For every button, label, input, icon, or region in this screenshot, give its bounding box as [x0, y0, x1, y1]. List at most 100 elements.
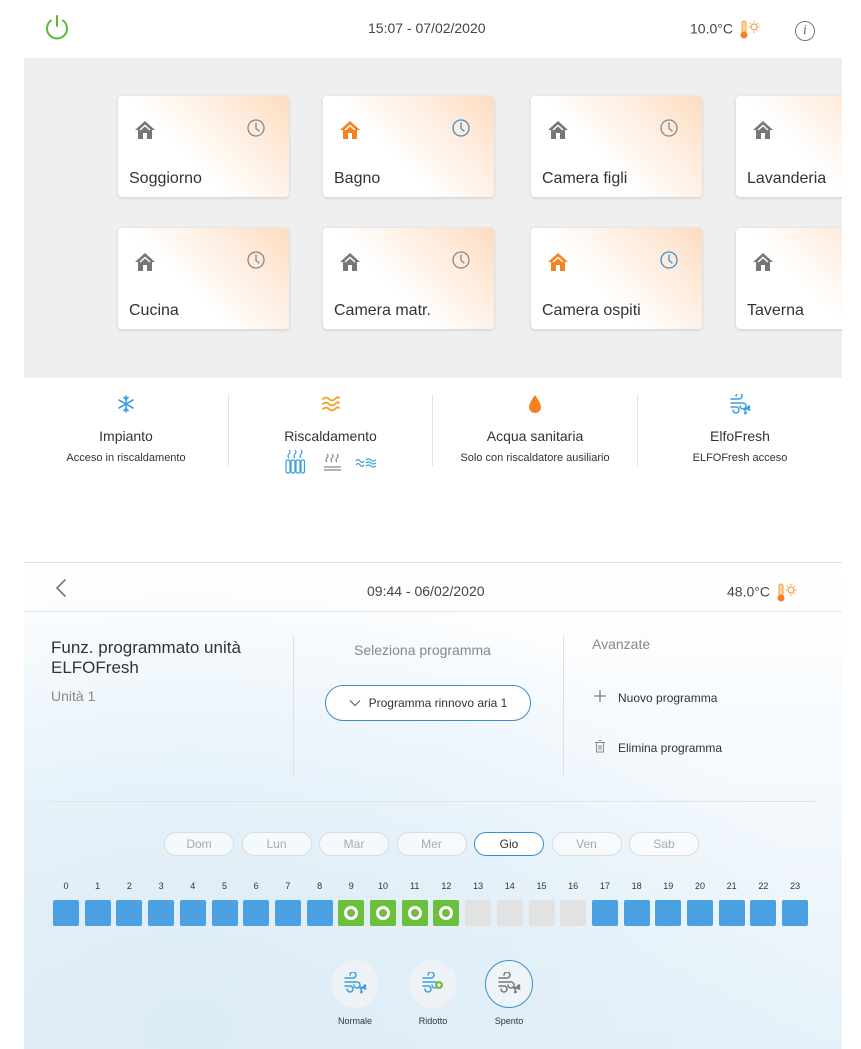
legend-button[interactable] — [409, 960, 457, 1008]
clock-icon[interactable] — [246, 118, 266, 138]
day-button[interactable]: Mar — [319, 832, 389, 856]
water-temperature: 48.0°C — [727, 583, 798, 603]
house-icon — [135, 121, 155, 139]
hour-slot-spento[interactable] — [465, 900, 492, 926]
legend-label: Spento — [494, 1016, 524, 1026]
clock-icon[interactable] — [246, 250, 266, 270]
clock-icon[interactable] — [659, 118, 679, 138]
legend-button[interactable] — [331, 960, 379, 1008]
thermometer-sun-icon — [777, 583, 797, 602]
room-name: Soggiorno — [129, 170, 202, 187]
day-button[interactable]: Sab — [629, 832, 699, 856]
hour-slot-normale[interactable] — [84, 900, 111, 926]
hour-slot-normale[interactable] — [211, 900, 238, 926]
hour-slot-normale[interactable] — [687, 900, 713, 926]
room-card[interactable]: Bagno — [323, 96, 494, 197]
hour-slot-normale[interactable] — [148, 900, 175, 926]
hour-slot-normale[interactable] — [53, 900, 79, 926]
program-dropdown-value: Programma rinnovo aria 1 — [368, 696, 508, 710]
room-name: Camera matr. — [334, 302, 431, 319]
room-card[interactable]: Taverna — [736, 228, 842, 329]
hour-slot-normale[interactable] — [623, 900, 650, 926]
floor-heating-icon[interactable] — [322, 452, 344, 474]
hour-label: 20 — [694, 881, 705, 891]
room-card[interactable]: Camera figli — [531, 96, 702, 197]
mode-bar: Impianto Acceso in riscaldamento Riscald… — [24, 378, 842, 478]
hour-label: 0 — [63, 881, 69, 891]
chevron-down-icon — [349, 700, 361, 707]
room-card[interactable]: Lavanderia — [736, 96, 842, 197]
mode-riscaldamento-title: Riscaldamento — [284, 428, 377, 444]
hour-label: 10 — [377, 881, 388, 891]
hour-label: 23 — [790, 881, 801, 891]
hour-label: 4 — [190, 881, 196, 891]
hour-slot-normale[interactable] — [655, 900, 682, 926]
mode-elfofresh[interactable]: ElfoFresh ELFOFresh acceso — [638, 378, 842, 474]
hour-slot-spento[interactable] — [560, 900, 587, 926]
mode-impianto[interactable]: Impianto Acceso in riscaldamento — [24, 378, 228, 474]
hour-slot-normale[interactable] — [179, 900, 206, 926]
hour-slot-normale[interactable] — [782, 900, 809, 926]
house-icon — [135, 253, 155, 271]
program-top-bar: 09:44 - 06/02/2020 48.0°C — [24, 562, 842, 612]
mode-riscaldamento[interactable]: Riscaldamento — [229, 378, 432, 474]
heat-waves-icon — [321, 396, 340, 412]
hour-label: 18 — [631, 881, 642, 891]
heating-terminal-icons — [229, 448, 432, 474]
legend-normale[interactable]: Normale — [320, 960, 390, 1026]
new-program-button[interactable]: Nuovo programma — [592, 689, 717, 706]
power-icon[interactable] — [42, 12, 72, 42]
hour-slot-spento[interactable] — [528, 900, 555, 926]
room-name: Camera ospiti — [542, 302, 641, 319]
hour-slot-normale[interactable] — [243, 900, 270, 926]
room-card[interactable]: Cucina — [118, 228, 289, 329]
hour-label: 21 — [726, 881, 737, 891]
hour-slot-ridotto[interactable] — [433, 900, 460, 926]
fan-coil-icon[interactable] — [354, 452, 378, 474]
eco-leaf-icon — [407, 906, 422, 920]
hour-slot-ridotto[interactable] — [370, 900, 396, 926]
day-button[interactable]: Lun — [241, 832, 312, 856]
room-card[interactable]: Camera matr. — [323, 228, 494, 329]
clock-icon[interactable] — [451, 250, 471, 270]
room-card[interactable]: Soggiorno — [118, 96, 289, 197]
water-temperature-value: 48.0°C — [727, 583, 770, 600]
mode-acqua-sanitaria[interactable]: Acqua sanitaria Solo con riscaldatore au… — [433, 378, 637, 474]
hour-slot-normale[interactable] — [116, 900, 143, 926]
mode-elfofresh-subtitle: ELFOFresh acceso — [692, 452, 788, 464]
back-arrow-icon[interactable] — [52, 577, 72, 599]
legend-spento[interactable]: Spento — [474, 960, 544, 1026]
legend-button[interactable] — [485, 960, 533, 1008]
day-button[interactable]: Gio — [474, 832, 544, 856]
hour-slot-normale[interactable] — [750, 900, 777, 926]
radiator-icon[interactable] — [284, 448, 306, 474]
room-card[interactable]: Camera ospiti — [531, 228, 702, 329]
hour-slot-ridotto[interactable] — [338, 900, 365, 926]
hour-slot-ridotto[interactable] — [401, 900, 428, 926]
hour-slot-spento[interactable] — [496, 900, 523, 926]
clock-icon[interactable] — [451, 118, 471, 138]
program-dropdown[interactable]: Programma rinnovo aria 1 — [325, 685, 531, 721]
water-drop-icon — [529, 395, 541, 413]
legend-label: Ridotto — [418, 1016, 448, 1026]
column-divider — [293, 636, 294, 776]
hour-label: 13 — [473, 881, 484, 891]
info-icon[interactable]: i — [795, 21, 815, 41]
hour-slot-normale[interactable] — [274, 900, 301, 926]
mode-acqua-title: Acqua sanitaria — [486, 428, 584, 444]
day-button[interactable]: Dom — [164, 832, 234, 856]
day-button[interactable]: Ven — [551, 832, 622, 856]
delete-program-button[interactable]: Elimina programma — [592, 740, 722, 756]
hour-slot-normale[interactable] — [306, 900, 333, 926]
clock-icon[interactable] — [659, 250, 679, 270]
unit-label: Unità 1 — [51, 688, 96, 704]
day-button[interactable]: Mer — [396, 832, 467, 856]
advanced-label: Avanzate — [592, 636, 651, 652]
hour-label: 12 — [441, 881, 452, 891]
hour-schedule — [24, 900, 842, 928]
legend-ridotto[interactable]: Ridotto — [398, 960, 468, 1026]
hour-slot-normale[interactable] — [718, 900, 745, 926]
hour-slot-normale[interactable] — [591, 900, 618, 926]
new-program-label: Nuovo programma — [618, 690, 718, 705]
hour-label: 22 — [758, 881, 769, 891]
